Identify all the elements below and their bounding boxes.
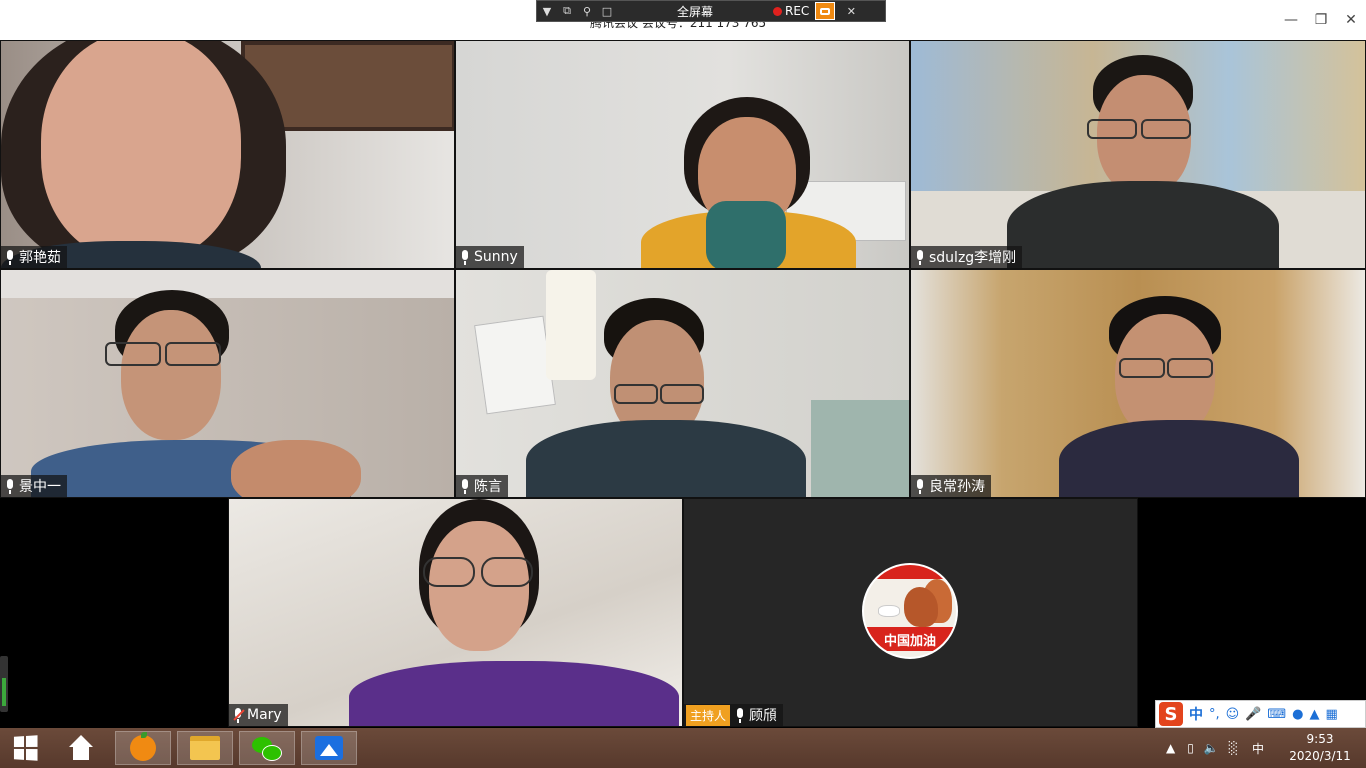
participant-name: 景中一 (19, 479, 61, 495)
participant-name-tag: sdulzg李增刚 (911, 246, 1023, 268)
tray-expand-icon[interactable]: ▲ (1166, 741, 1175, 755)
video-tile[interactable]: 景中一 (0, 269, 455, 498)
participant-name-tag: 主持人 顾頎 (684, 704, 784, 726)
window-switch-icon[interactable]: ⧉ (557, 1, 577, 21)
dropdown-icon[interactable]: ▼ (537, 1, 557, 21)
participant-name-tag: 景中一 (1, 475, 67, 497)
video-tile[interactable]: sdulzg李增刚 (910, 40, 1366, 269)
camera-icon[interactable] (815, 2, 836, 20)
skin-icon[interactable]: ▲ (1310, 707, 1320, 722)
participant-video (911, 270, 1365, 497)
system-tray: ▲ ▯ 🔈 ░ 中 (1166, 728, 1264, 768)
device-icon[interactable]: ▯ (1187, 741, 1194, 755)
zoom-icon[interactable]: ⚲ (577, 1, 597, 21)
taskbar-app-orange[interactable] (114, 730, 172, 766)
taskbar-app-explorer[interactable] (176, 730, 234, 766)
avatar-banner-text: 中国加油 (864, 627, 956, 651)
home-icon (67, 735, 95, 761)
microphone-icon (914, 478, 926, 494)
microphone-icon (914, 249, 926, 265)
input-language-indicator[interactable]: 中 (1252, 740, 1264, 757)
participant-name-tag: Mary (229, 704, 288, 726)
participant-name-tag: 良常孙涛 (911, 475, 991, 497)
wechat-icon (252, 735, 282, 761)
participant-name: sdulzg李增刚 (929, 250, 1017, 266)
participant-name-tag: Sunny (456, 246, 524, 268)
network-icon[interactable]: ░ (1229, 741, 1238, 755)
microphone-muted-icon (232, 707, 245, 723)
recording-toolbar: ▼ ⧉ ⚲ □ 全屏幕 REC ✕ (536, 0, 886, 22)
video-tile[interactable]: 陈言 (455, 269, 910, 498)
participant-name-tag: 郭艳茹 (1, 246, 67, 268)
user-icon[interactable]: ● (1292, 707, 1303, 722)
toolbox-icon[interactable]: ▦ (1326, 707, 1338, 722)
video-tile[interactable]: 良常孙涛 (910, 269, 1366, 498)
microphone-icon (4, 478, 16, 494)
video-tile[interactable]: Mary (228, 498, 683, 727)
participant-video (456, 41, 909, 268)
ime-toolbar[interactable]: S 中 °, ☺ 🎤 ⌨ ● ▲ ▦ (1155, 700, 1366, 728)
participant-name: 郭艳茹 (19, 250, 61, 266)
close-icon[interactable]: ✕ (1338, 10, 1364, 30)
participant-video (456, 270, 909, 497)
audio-level-indicator[interactable] (0, 656, 8, 712)
participant-name: Sunny (474, 249, 518, 265)
taskbar-app-meeting[interactable] (300, 730, 358, 766)
video-tile[interactable]: Sunny (455, 40, 910, 269)
system-clock[interactable]: 9:53 2020/3/11 (1282, 731, 1358, 765)
video-tile[interactable]: 郭艳茹 (0, 40, 455, 269)
participant-video (1, 41, 454, 268)
participant-name-tag: 陈言 (456, 475, 508, 497)
participant-name: Mary (247, 707, 282, 723)
clock-time: 9:53 (1306, 732, 1334, 746)
record-button[interactable]: REC (785, 4, 809, 18)
orange-app-icon (130, 732, 156, 761)
microphone-icon (459, 249, 471, 265)
fullscreen-button[interactable]: 全屏幕 (677, 3, 713, 20)
participant-name: 顾頎 (749, 708, 778, 724)
taskbar: ▲ ▯ 🔈 ░ 中 9:53 2020/3/11 (0, 728, 1366, 768)
meeting-app-icon (315, 736, 343, 760)
participant-avatar: 中国加油 (862, 563, 958, 659)
sogou-logo-icon[interactable]: S (1159, 702, 1183, 726)
folder-icon (190, 736, 220, 760)
participant-video (1, 270, 454, 497)
record-dot-icon (773, 6, 783, 16)
ime-punctuation-toggle[interactable]: °, (1209, 707, 1220, 722)
emoji-icon[interactable]: ☺ (1226, 707, 1240, 722)
windows-logo-icon (13, 735, 38, 761)
keyboard-icon[interactable]: ⌨ (1267, 707, 1286, 722)
video-tile[interactable]: 中国加油 主持人 顾頎 (683, 498, 1138, 727)
restore-icon[interactable]: ❐ (1308, 10, 1334, 30)
minimize-icon[interactable]: — (1278, 10, 1304, 30)
microphone-icon (4, 249, 16, 265)
region-select-icon[interactable]: □ (597, 1, 617, 21)
participant-video (229, 499, 682, 726)
microphone-icon (459, 478, 471, 494)
start-button[interactable] (0, 730, 50, 766)
participant-name: 陈言 (474, 479, 502, 495)
participant-video (911, 41, 1365, 268)
close-toolbar-icon[interactable]: ✕ (841, 1, 861, 21)
participant-name: 良常孙涛 (929, 479, 985, 495)
voice-input-icon[interactable]: 🎤 (1245, 707, 1261, 722)
home-button[interactable] (56, 730, 106, 766)
microphone-icon (734, 707, 746, 723)
ime-language-toggle[interactable]: 中 (1189, 704, 1203, 724)
taskbar-app-wechat[interactable] (238, 730, 296, 766)
host-badge: 主持人 (686, 704, 731, 726)
volume-icon[interactable]: 🔈 (1204, 741, 1219, 755)
clock-date: 2020/3/11 (1289, 749, 1351, 763)
